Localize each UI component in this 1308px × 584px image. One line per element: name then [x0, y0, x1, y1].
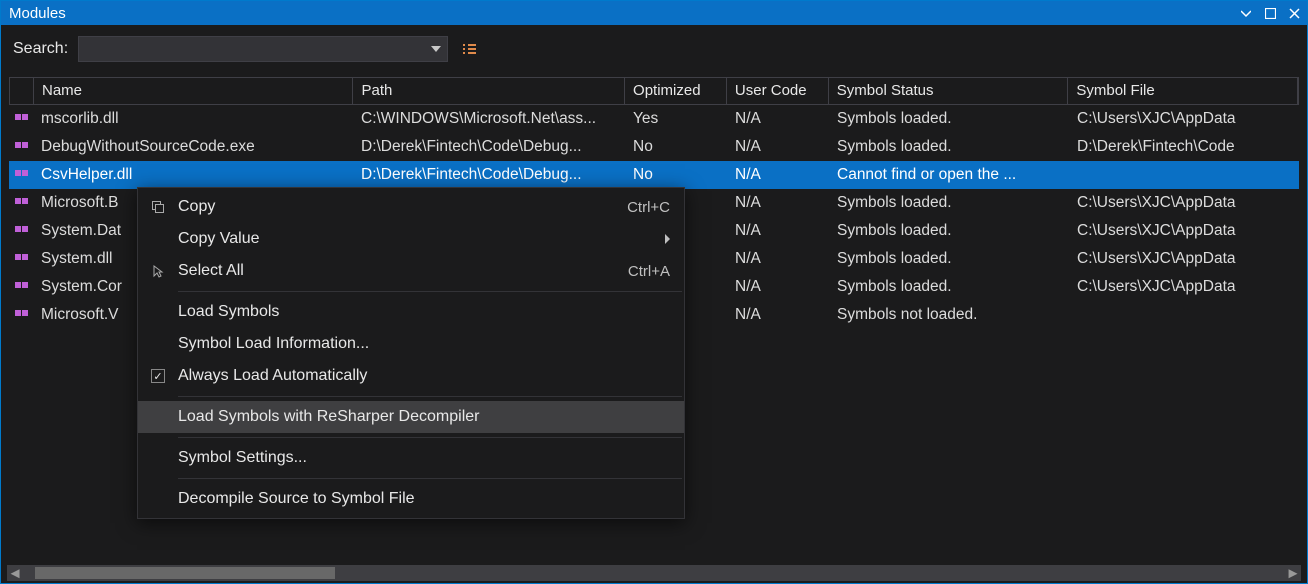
module-icon — [9, 140, 33, 154]
window-controls — [1239, 6, 1301, 20]
cell-user-code: N/A — [727, 304, 829, 326]
scroll-thumb[interactable] — [35, 567, 335, 579]
cursor-icon — [138, 264, 178, 278]
submenu-arrow-icon — [665, 234, 670, 244]
window-menu-icon[interactable] — [1239, 6, 1253, 20]
cell-symbol-status: Cannot find or open the ... — [829, 164, 1069, 186]
module-icon — [9, 252, 33, 266]
cell-name: DebugWithoutSourceCode.exe — [33, 136, 353, 158]
cell-user-code: N/A — [727, 220, 829, 242]
header-symbol-status[interactable]: Symbol Status — [829, 78, 1069, 104]
cell-symbol-status: Symbols loaded. — [829, 248, 1069, 270]
cell-symbol-status: Symbols loaded. — [829, 108, 1069, 130]
menu-always-load-label: Always Load Automatically — [178, 367, 670, 385]
cell-optimized: No — [625, 136, 727, 158]
cell-symbol-status: Symbols loaded. — [829, 276, 1069, 298]
cell-symbol-file: C:\Users\XJC\AppData — [1069, 276, 1299, 298]
horizontal-scrollbar[interactable]: ◄ ► — [7, 565, 1301, 581]
window-title: Modules — [9, 5, 1239, 22]
maximize-icon[interactable] — [1263, 6, 1277, 20]
cell-symbol-status: Symbols not loaded. — [829, 304, 1069, 326]
header-name[interactable]: Name — [34, 78, 353, 104]
table-row[interactable]: CsvHelper.dllD:\Derek\Fintech\Code\Debug… — [9, 161, 1299, 189]
table-header: Name Path Optimized User Code Symbol Sta… — [9, 77, 1299, 105]
module-icon — [9, 224, 33, 238]
modules-window: Modules Search: Name Path Optimized User… — [0, 0, 1308, 584]
header-symbol-file[interactable]: Symbol File — [1068, 78, 1298, 104]
cell-symbol-file: C:\Users\XJC\AppData — [1069, 192, 1299, 214]
cell-optimized: Yes — [625, 108, 727, 130]
titlebar: Modules — [1, 1, 1307, 25]
menu-always-load[interactable]: ✓ Always Load Automatically — [138, 360, 684, 392]
copy-icon — [138, 200, 178, 214]
cell-symbol-status: Symbols loaded. — [829, 220, 1069, 242]
table-row[interactable]: mscorlib.dllC:\WINDOWS\Microsoft.Net\ass… — [9, 105, 1299, 133]
menu-symbol-load-info-label: Symbol Load Information... — [178, 335, 670, 353]
module-icon — [9, 280, 33, 294]
menu-load-symbols[interactable]: Load Symbols — [138, 296, 684, 328]
cell-symbol-file: C:\Users\XJC\AppData — [1069, 108, 1299, 130]
cell-user-code: N/A — [727, 164, 829, 186]
cell-optimized: No — [625, 164, 727, 186]
cell-symbol-status: Symbols loaded. — [829, 192, 1069, 214]
menu-copy-value-label: Copy Value — [178, 230, 665, 248]
menu-copy-label: Copy — [178, 198, 627, 216]
menu-copy[interactable]: Copy Ctrl+C — [138, 191, 684, 223]
cell-symbol-file — [1069, 173, 1299, 177]
check-icon: ✓ — [151, 369, 165, 383]
cell-path: C:\WINDOWS\Microsoft.Net\ass... — [353, 108, 625, 130]
menu-select-all-label: Select All — [178, 262, 628, 280]
menu-symbol-load-info[interactable]: Symbol Load Information... — [138, 328, 684, 360]
module-icon — [9, 168, 33, 182]
toolbar-action-icon[interactable] — [458, 38, 480, 60]
menu-separator — [178, 478, 682, 479]
close-icon[interactable] — [1287, 6, 1301, 20]
scroll-left-icon[interactable]: ◄ — [7, 565, 23, 581]
cell-user-code: N/A — [727, 276, 829, 298]
cell-user-code: N/A — [727, 192, 829, 214]
cell-symbol-file: C:\Users\XJC\AppData — [1069, 248, 1299, 270]
header-user-code[interactable]: User Code — [727, 78, 829, 104]
menu-decompile[interactable]: Decompile Source to Symbol File — [138, 483, 684, 515]
header-path[interactable]: Path — [353, 78, 625, 104]
module-icon — [9, 196, 33, 210]
scroll-right-icon[interactable]: ► — [1285, 565, 1301, 581]
cell-name: mscorlib.dll — [33, 108, 353, 130]
menu-load-resharper-label: Load Symbols with ReSharper Decompiler — [178, 408, 670, 426]
header-optimized[interactable]: Optimized — [625, 78, 727, 104]
menu-load-symbols-label: Load Symbols — [178, 303, 670, 321]
menu-symbol-settings-label: Symbol Settings... — [178, 449, 670, 467]
cell-path: D:\Derek\Fintech\Code\Debug... — [353, 136, 625, 158]
menu-select-all-shortcut: Ctrl+A — [628, 263, 670, 280]
dropdown-caret-icon[interactable] — [431, 46, 441, 52]
cell-symbol-file: C:\Users\XJC\AppData — [1069, 220, 1299, 242]
menu-decompile-label: Decompile Source to Symbol File — [178, 490, 670, 508]
menu-symbol-settings[interactable]: Symbol Settings... — [138, 442, 684, 474]
cell-symbol-status: Symbols loaded. — [829, 136, 1069, 158]
cell-symbol-file — [1069, 313, 1299, 317]
cell-name: CsvHelper.dll — [33, 164, 353, 186]
menu-load-resharper[interactable]: Load Symbols with ReSharper Decompiler — [138, 401, 684, 433]
cell-path: D:\Derek\Fintech\Code\Debug... — [353, 164, 625, 186]
search-input[interactable] — [78, 36, 448, 62]
table-row[interactable]: DebugWithoutSourceCode.exeD:\Derek\Finte… — [9, 133, 1299, 161]
header-icon-col[interactable] — [10, 78, 34, 104]
toolbar: Search: — [1, 25, 1307, 73]
search-label: Search: — [13, 40, 68, 58]
menu-select-all[interactable]: Select All Ctrl+A — [138, 255, 684, 287]
cell-user-code: N/A — [727, 248, 829, 270]
menu-separator — [178, 291, 682, 292]
menu-copy-value[interactable]: Copy Value — [138, 223, 684, 255]
context-menu: Copy Ctrl+C Copy Value Select All Ctrl+A… — [137, 187, 685, 519]
menu-separator — [178, 396, 682, 397]
module-icon — [9, 308, 33, 322]
cell-user-code: N/A — [727, 136, 829, 158]
menu-separator — [178, 437, 682, 438]
menu-copy-shortcut: Ctrl+C — [627, 199, 670, 216]
cell-user-code: N/A — [727, 108, 829, 130]
cell-symbol-file: D:\Derek\Fintech\Code — [1069, 136, 1299, 158]
module-icon — [9, 112, 33, 126]
